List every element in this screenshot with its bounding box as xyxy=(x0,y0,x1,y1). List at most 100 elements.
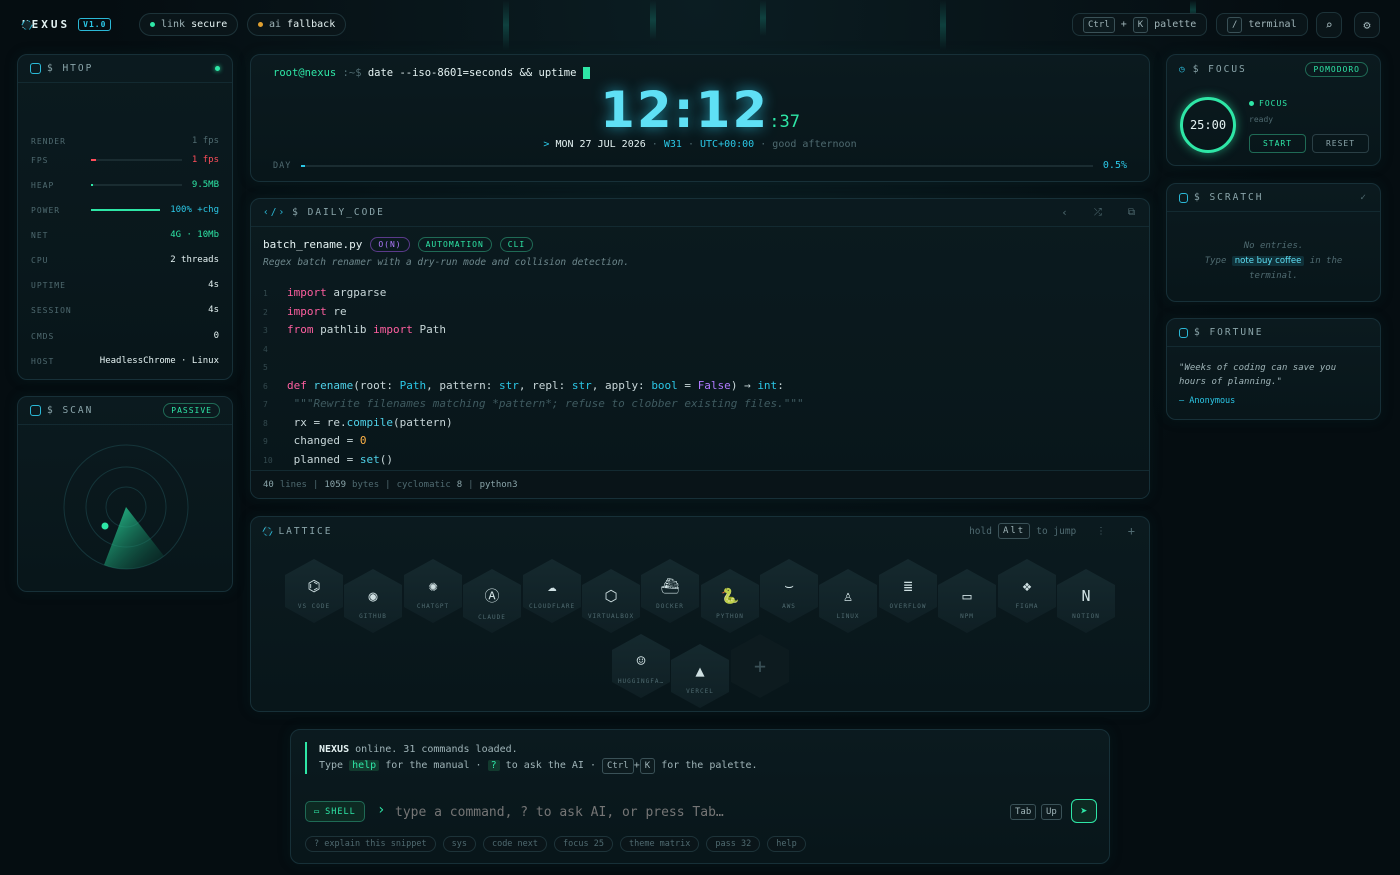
tile-label: FIGMA xyxy=(1015,602,1039,610)
htop-row: RENDER 1 fps xyxy=(31,136,219,146)
huggingface-icon: ☺ xyxy=(636,651,646,670)
lattice-tile-vscode[interactable]: ⌬ VS CODE xyxy=(285,559,343,623)
grid-icon[interactable]: ⋮ xyxy=(1096,526,1108,537)
command-line: root@nexus :~$ date --iso-8601=seconds &… xyxy=(273,67,590,79)
send-button[interactable]: ➤ xyxy=(1071,799,1097,823)
add-icon[interactable]: + xyxy=(1128,524,1137,538)
prompt-path: :~$ xyxy=(342,67,362,79)
language: python3 xyxy=(479,479,518,490)
lattice-tile-aws[interactable]: ⌣ AWS xyxy=(760,559,818,623)
code-view[interactable]: 1 import argparse 2 import re 3 from pathli… xyxy=(263,284,804,488)
search-icon: ⌕ xyxy=(1325,18,1333,32)
suggestion-chip[interactable]: code next xyxy=(482,836,548,852)
fortune-header: $ FORTUNE xyxy=(1167,319,1380,347)
htop-value: 9.5MB xyxy=(191,180,219,190)
lattice-tile-github[interactable]: ◉ GITHUB xyxy=(344,569,402,633)
complexity-tag: O(N) xyxy=(370,237,410,252)
palette-button[interactable]: Ctrl + K palette xyxy=(1072,13,1208,36)
start-button[interactable]: START xyxy=(1249,134,1306,153)
prev-icon[interactable]: ‹ xyxy=(1061,206,1070,219)
file-info: batch_rename.py O(N) AUTOMATION CLI xyxy=(263,237,534,252)
lattice-tile-linux[interactable]: ♙ LINUX xyxy=(819,569,877,633)
lattice-tile-notion[interactable]: N NOTION xyxy=(1057,569,1115,633)
lattice-tile-cloudflare[interactable]: ☁ CLOUDFLARE xyxy=(523,559,581,623)
ai-value: fallback xyxy=(287,19,336,30)
lattice-tile-overflow[interactable]: ≣ OVERFLOW xyxy=(879,559,937,623)
check-icon[interactable]: ✓ xyxy=(1360,192,1368,203)
lattice-tile-vercel[interactable]: ▲ VERCEL xyxy=(671,644,729,708)
kbd-k: K xyxy=(1132,16,1149,33)
npm-icon: ▭ xyxy=(962,586,972,605)
shell-mode-button[interactable]: ▭ SHELL xyxy=(305,801,365,822)
suggestion-chip[interactable]: theme matrix xyxy=(619,836,700,852)
htop-row: HOST HeadlessChrome · Linux xyxy=(31,356,219,366)
lattice-tile-claude[interactable]: Ⓐ CLAUDE xyxy=(463,569,521,633)
clock-time: 12:12 xyxy=(600,81,770,139)
suggestion-chip[interactable]: focus 25 xyxy=(554,836,613,852)
lattice-tile-docker[interactable]: ⛴ DOCKER xyxy=(641,559,699,623)
copy-icon[interactable]: ⧉ xyxy=(1128,207,1137,218)
focus-panel: ◷ $ FOCUS POMODORO 25:00 FOCUS ready STA… xyxy=(1166,54,1381,166)
help-command[interactable]: help xyxy=(349,760,380,771)
suggestion-chip[interactable]: sys xyxy=(442,836,476,852)
cursor-block xyxy=(582,67,590,79)
fortune-author: — Anonymous xyxy=(1179,396,1236,406)
code-footer: 40 lines | 1059 bytes | cyclomatic 8 | python3 xyxy=(251,470,1149,498)
gear-icon: ⚙ xyxy=(1363,18,1371,32)
htop-key: HOST xyxy=(31,356,55,366)
hint-post: to jump xyxy=(1036,525,1077,537)
notion-icon: N xyxy=(1081,586,1091,605)
claude-icon: Ⓐ xyxy=(484,587,500,605)
lattice-tile-huggingfa[interactable]: ☺ HUGGINGFA… xyxy=(612,634,670,698)
shell-mode-label: SHELL xyxy=(325,806,356,817)
scan-panel: $ SCAN PASSIVE xyxy=(17,396,233,592)
version-badge: V1.0 xyxy=(78,18,112,31)
command-input[interactable] xyxy=(395,801,995,823)
kbd-plus: + xyxy=(1120,19,1127,30)
lattice-tile-virtualbox[interactable]: ⬡ VIRTUALBOX xyxy=(582,569,640,633)
ask-ai-command[interactable]: ? xyxy=(487,760,500,771)
scan-badge: PASSIVE xyxy=(163,403,220,418)
lattice-tile-figma[interactable]: ❖ FIGMA xyxy=(998,559,1056,623)
clock-seconds: :37 xyxy=(769,112,800,132)
scratch-hint-pre: Type xyxy=(1204,256,1227,266)
fortune-panel: $ FORTUNE "Weeks of coding can save you … xyxy=(1166,318,1381,420)
tile-label: AWS xyxy=(782,602,796,610)
category-tag: AUTOMATION xyxy=(417,237,492,252)
search-button[interactable]: ⌕ xyxy=(1316,12,1342,38)
line-count-label: lines xyxy=(279,479,307,490)
htop-row: POWER 100% +chg xyxy=(31,205,219,215)
chatgpt-icon: ✺ xyxy=(428,576,438,595)
suggestion-chip[interactable]: pass 32 xyxy=(706,836,761,852)
message-icon xyxy=(1179,327,1188,338)
htop-bar xyxy=(91,159,182,161)
scratch-header: $ SCRATCH ✓ xyxy=(1167,184,1380,212)
link-status[interactable]: link secure xyxy=(139,13,239,36)
focus-title: $ FOCUS xyxy=(1192,63,1247,75)
lattice-tile-chatgpt[interactable]: ✺ CHATGPT xyxy=(404,559,462,623)
suggestion-chip[interactable]: help xyxy=(767,836,806,852)
cyclomatic-value: 8 xyxy=(456,479,463,490)
add-tile-button[interactable]: + xyxy=(731,634,789,698)
htop-row: HEAP 9.5MB xyxy=(31,180,219,190)
ai-label: ai xyxy=(269,19,282,30)
day-progress: DAY 0.5% xyxy=(273,160,1127,171)
kbd-ctrl: Ctrl xyxy=(1083,16,1115,33)
terminal-button[interactable]: / terminal xyxy=(1216,13,1308,36)
top-bar: NEXUS V1.0 link secure ai fallback Ctrl … xyxy=(0,0,1400,50)
code-icon: ‹/› xyxy=(263,207,287,218)
shuffle-icon[interactable]: ⤮ xyxy=(1094,207,1104,218)
kbd-slash: / xyxy=(1227,16,1243,33)
lattice-tile-npm[interactable]: ▭ NPM xyxy=(938,569,996,633)
figma-icon: ❖ xyxy=(1022,576,1032,595)
tile-label: CLAUDE xyxy=(478,614,506,621)
lattice-tile-python[interactable]: 🐍 PYTHON xyxy=(701,569,759,633)
settings-button[interactable]: ⚙ xyxy=(1354,12,1380,38)
cyclomatic-label: cyclomatic xyxy=(396,479,451,490)
suggestion-chip[interactable]: ? explain this snippet xyxy=(305,836,436,852)
brand[interactable]: NEXUS V1.0 xyxy=(22,18,112,31)
reset-button[interactable]: RESET xyxy=(1312,134,1369,153)
htop-value: 1 fps xyxy=(191,136,219,146)
tile-label: CHATGPT xyxy=(416,602,450,610)
ai-status[interactable]: ai fallback xyxy=(247,13,347,36)
